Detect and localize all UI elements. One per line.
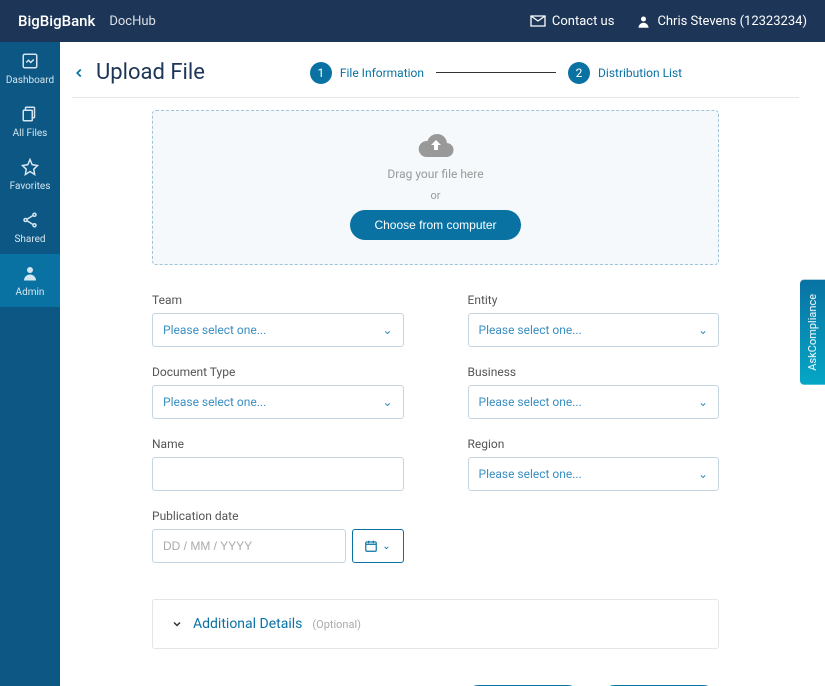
chevron-down-icon: ⌄ — [382, 541, 390, 552]
pub-date-input[interactable] — [163, 539, 335, 553]
or-text: or — [430, 189, 440, 202]
main-content: Upload File 1 File Information 2 Distrib… — [60, 42, 825, 686]
contact-us-label: Contact us — [552, 14, 615, 29]
step-connector — [436, 72, 556, 73]
business-select[interactable]: Please select one... ⌄ — [468, 385, 720, 419]
chevron-down-icon: ⌄ — [382, 323, 392, 337]
step-1[interactable]: 1 File Information — [310, 62, 424, 84]
user-label: Chris Stevens (12323234) — [657, 14, 807, 29]
team-label: Team — [152, 293, 404, 307]
step-label: File Information — [340, 66, 424, 80]
doc-type-label: Document Type — [152, 365, 404, 379]
accordion-title: Additional Details — [193, 616, 302, 632]
chevron-down-icon: ⌄ — [382, 395, 392, 409]
entity-select[interactable]: Please select one... ⌄ — [468, 313, 720, 347]
name-input-wrap — [152, 457, 404, 491]
calendar-button[interactable]: ⌄ — [352, 529, 404, 563]
pub-date-label: Publication date — [152, 509, 404, 523]
file-dropzone[interactable]: Drag your file here or Choose from compu… — [152, 110, 719, 265]
user-icon — [636, 14, 651, 29]
additional-details-accordion[interactable]: Additional Details (Optional) — [152, 599, 719, 649]
doc-type-select[interactable]: Please select one... ⌄ — [152, 385, 404, 419]
step-label: Distribution List — [598, 66, 682, 80]
chevron-down-icon — [171, 618, 183, 630]
select-placeholder: Please select one... — [163, 323, 266, 337]
calendar-icon — [364, 539, 378, 553]
sidebar-item-label: All Files — [13, 128, 48, 139]
page-title: Upload File — [96, 60, 205, 85]
select-placeholder: Please select one... — [479, 467, 582, 481]
star-icon — [21, 158, 39, 176]
drag-text: Drag your file here — [387, 167, 483, 181]
pub-date-input-wrap — [152, 529, 346, 563]
chevron-down-icon: ⌄ — [698, 323, 708, 337]
user-menu[interactable]: Chris Stevens (12323234) — [636, 14, 807, 29]
region-select[interactable]: Please select one... ⌄ — [468, 457, 720, 491]
name-label: Name — [152, 437, 404, 451]
chevron-down-icon: ⌄ — [698, 467, 708, 481]
region-label: Region — [468, 437, 720, 451]
back-button[interactable] — [72, 64, 86, 82]
share-icon — [21, 211, 39, 229]
upload-cloud-icon — [418, 131, 454, 159]
sidebar-item-favorites[interactable]: Favorites — [0, 148, 60, 201]
chart-icon — [21, 52, 39, 70]
sidebar-item-label: Dashboard — [6, 75, 54, 86]
select-placeholder: Please select one... — [479, 323, 582, 337]
files-icon — [21, 105, 39, 123]
entity-label: Entity — [468, 293, 720, 307]
step-number: 1 — [310, 62, 332, 84]
choose-file-button[interactable]: Choose from computer — [350, 210, 520, 240]
brand-label: BigBigBank — [18, 12, 95, 30]
sidebar-item-label: Shared — [14, 234, 45, 245]
select-placeholder: Please select one... — [479, 395, 582, 409]
app-label: DocHub — [109, 14, 156, 29]
accordion-optional: (Optional) — [312, 618, 361, 631]
name-input[interactable] — [163, 467, 393, 481]
sidebar-item-admin[interactable]: Admin — [0, 254, 60, 307]
sidebar-item-shared[interactable]: Shared — [0, 201, 60, 254]
chevron-down-icon: ⌄ — [698, 395, 708, 409]
select-placeholder: Please select one... — [163, 395, 266, 409]
sidebar-item-all-files[interactable]: All Files — [0, 95, 60, 148]
ask-compliance-tab[interactable]: AskCompliance — [800, 280, 825, 385]
sidebar-item-dashboard[interactable]: Dashboard — [0, 42, 60, 95]
sidebar: Dashboard All Files Favorites Shared Adm… — [0, 42, 60, 686]
step-number: 2 — [568, 62, 590, 84]
step-2[interactable]: 2 Distribution List — [568, 62, 682, 84]
sidebar-item-label: Favorites — [10, 181, 51, 192]
mail-icon — [530, 15, 546, 27]
top-bar: BigBigBank DocHub Contact us Chris Steve… — [0, 0, 825, 42]
user-icon — [21, 264, 39, 282]
team-select[interactable]: Please select one... ⌄ — [152, 313, 404, 347]
contact-us-link[interactable]: Contact us — [530, 14, 615, 29]
business-label: Business — [468, 365, 720, 379]
sidebar-item-label: Admin — [16, 287, 45, 298]
stepper: 1 File Information 2 Distribution List — [310, 62, 682, 84]
